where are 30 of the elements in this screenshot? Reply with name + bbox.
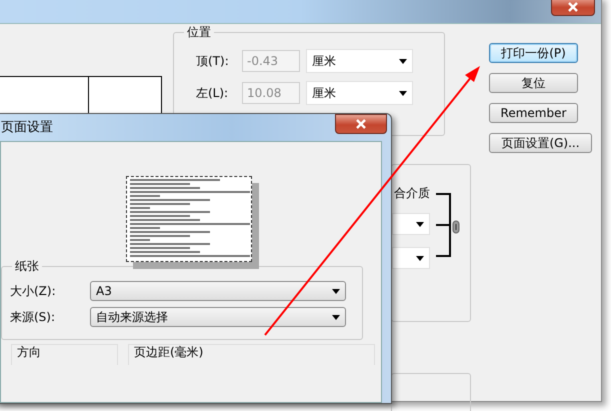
dropdown-arrow-icon [399, 58, 407, 64]
dialog-button[interactable]: 复位 [489, 73, 578, 93]
dropdown[interactable] [392, 213, 430, 235]
field-label: 左(L): [196, 84, 230, 102]
group-title: 位置 [186, 24, 212, 41]
bracket-icon [436, 193, 452, 257]
dialog-button[interactable]: Remember [489, 103, 578, 123]
group-title: 方向 [17, 345, 41, 359]
field-label: 大小(Z): [10, 282, 57, 300]
close-icon [354, 119, 368, 129]
dropdown[interactable]: A3 [90, 281, 346, 301]
close-button[interactable] [551, 0, 595, 16]
group-title: 页边距(毫米) [134, 345, 204, 359]
dialog-button[interactable]: 页面设置(G)... [489, 133, 592, 153]
dialog-title: 页面设置 [1, 119, 53, 136]
chain-link-icon[interactable] [452, 220, 460, 234]
group-label: 合介质 [394, 185, 430, 202]
dropdown[interactable] [392, 247, 430, 269]
close-icon [566, 2, 580, 12]
dropdown-arrow-icon [416, 222, 424, 226]
group-title: 纸张 [14, 258, 40, 275]
dropdown[interactable]: 自动来源选择 [90, 307, 346, 327]
dropdown-arrow-icon [399, 90, 407, 96]
field-label: 来源(S): [10, 308, 56, 326]
close-button[interactable] [335, 114, 387, 134]
dialog-button[interactable]: 打印一份(P) [489, 43, 578, 63]
field-label: 顶(T): [196, 52, 230, 70]
dropdown-arrow-icon [332, 314, 340, 320]
dropdown-arrow-icon [332, 288, 340, 294]
dropdown-arrow-icon [416, 256, 424, 260]
